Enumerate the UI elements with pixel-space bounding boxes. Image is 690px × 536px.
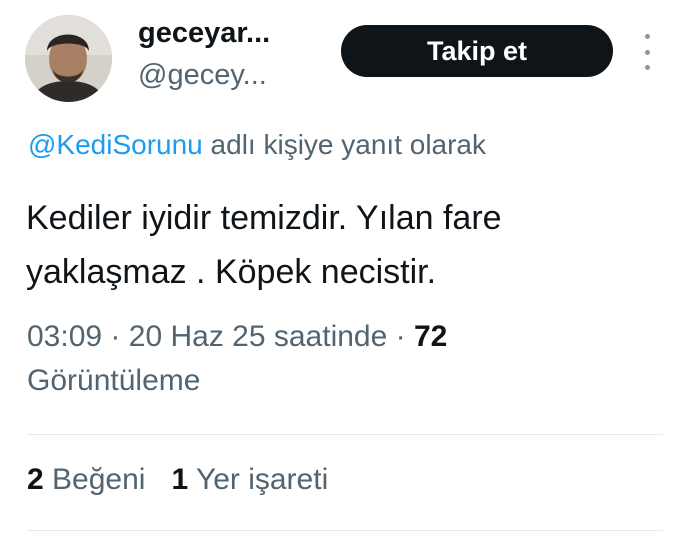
avatar[interactable] xyxy=(25,15,112,102)
views-count: 72 xyxy=(413,320,448,353)
tweet-date-link[interactable]: 20 Haz 25 saatinde xyxy=(129,320,388,353)
dot-icon xyxy=(644,34,650,39)
tweet-detail: geceyar... @gecey... Takip et @KediSorun… xyxy=(0,0,690,536)
author-display-name[interactable]: geceyar... xyxy=(138,17,270,50)
tweet-text-line: yaklaşmaz . Köpek necistir. xyxy=(26,253,437,291)
tweet-text: Kediler iyidir temizdir. Yılan fare yakl… xyxy=(26,191,666,299)
likes-label: Beğeni xyxy=(52,463,146,496)
dot-icon xyxy=(644,65,650,70)
engagement-stats: 2 Beğeni 1 Yer işareti xyxy=(27,463,328,497)
tweet-meta: 03:09 · 20 Haz 25 saatinde · 72 Görüntül… xyxy=(27,315,627,403)
reply-mention-link[interactable]: @KediSorunu xyxy=(28,129,203,160)
bookmarks-label: Yer işareti xyxy=(195,463,329,496)
meta-separator: · xyxy=(395,320,406,353)
views-label: Görüntüleme xyxy=(27,364,201,397)
divider xyxy=(27,530,663,531)
author-handle[interactable]: @gecey... xyxy=(138,59,267,92)
reply-context: @KediSorunu adlı kişiye yanıt olarak xyxy=(28,129,486,161)
tweet-time-link[interactable]: 03:09 xyxy=(27,320,102,353)
likes-count: 2 xyxy=(27,463,44,496)
bookmarks-stat[interactable]: 1 Yer işareti xyxy=(171,463,328,497)
follow-button[interactable]: Takip et xyxy=(341,25,613,77)
meta-separator: · xyxy=(110,320,121,353)
divider xyxy=(27,434,663,435)
avatar-photo xyxy=(25,15,112,102)
bookmarks-count: 1 xyxy=(171,463,189,496)
more-vertical-icon[interactable] xyxy=(636,34,658,70)
likes-stat[interactable]: 2 Beğeni xyxy=(27,463,145,497)
dot-icon xyxy=(644,49,650,55)
reply-context-label: adlı kişiye yanıt olarak xyxy=(210,129,487,160)
tweet-text-line: Kediler iyidir temizdir. Yılan fare xyxy=(26,199,502,237)
